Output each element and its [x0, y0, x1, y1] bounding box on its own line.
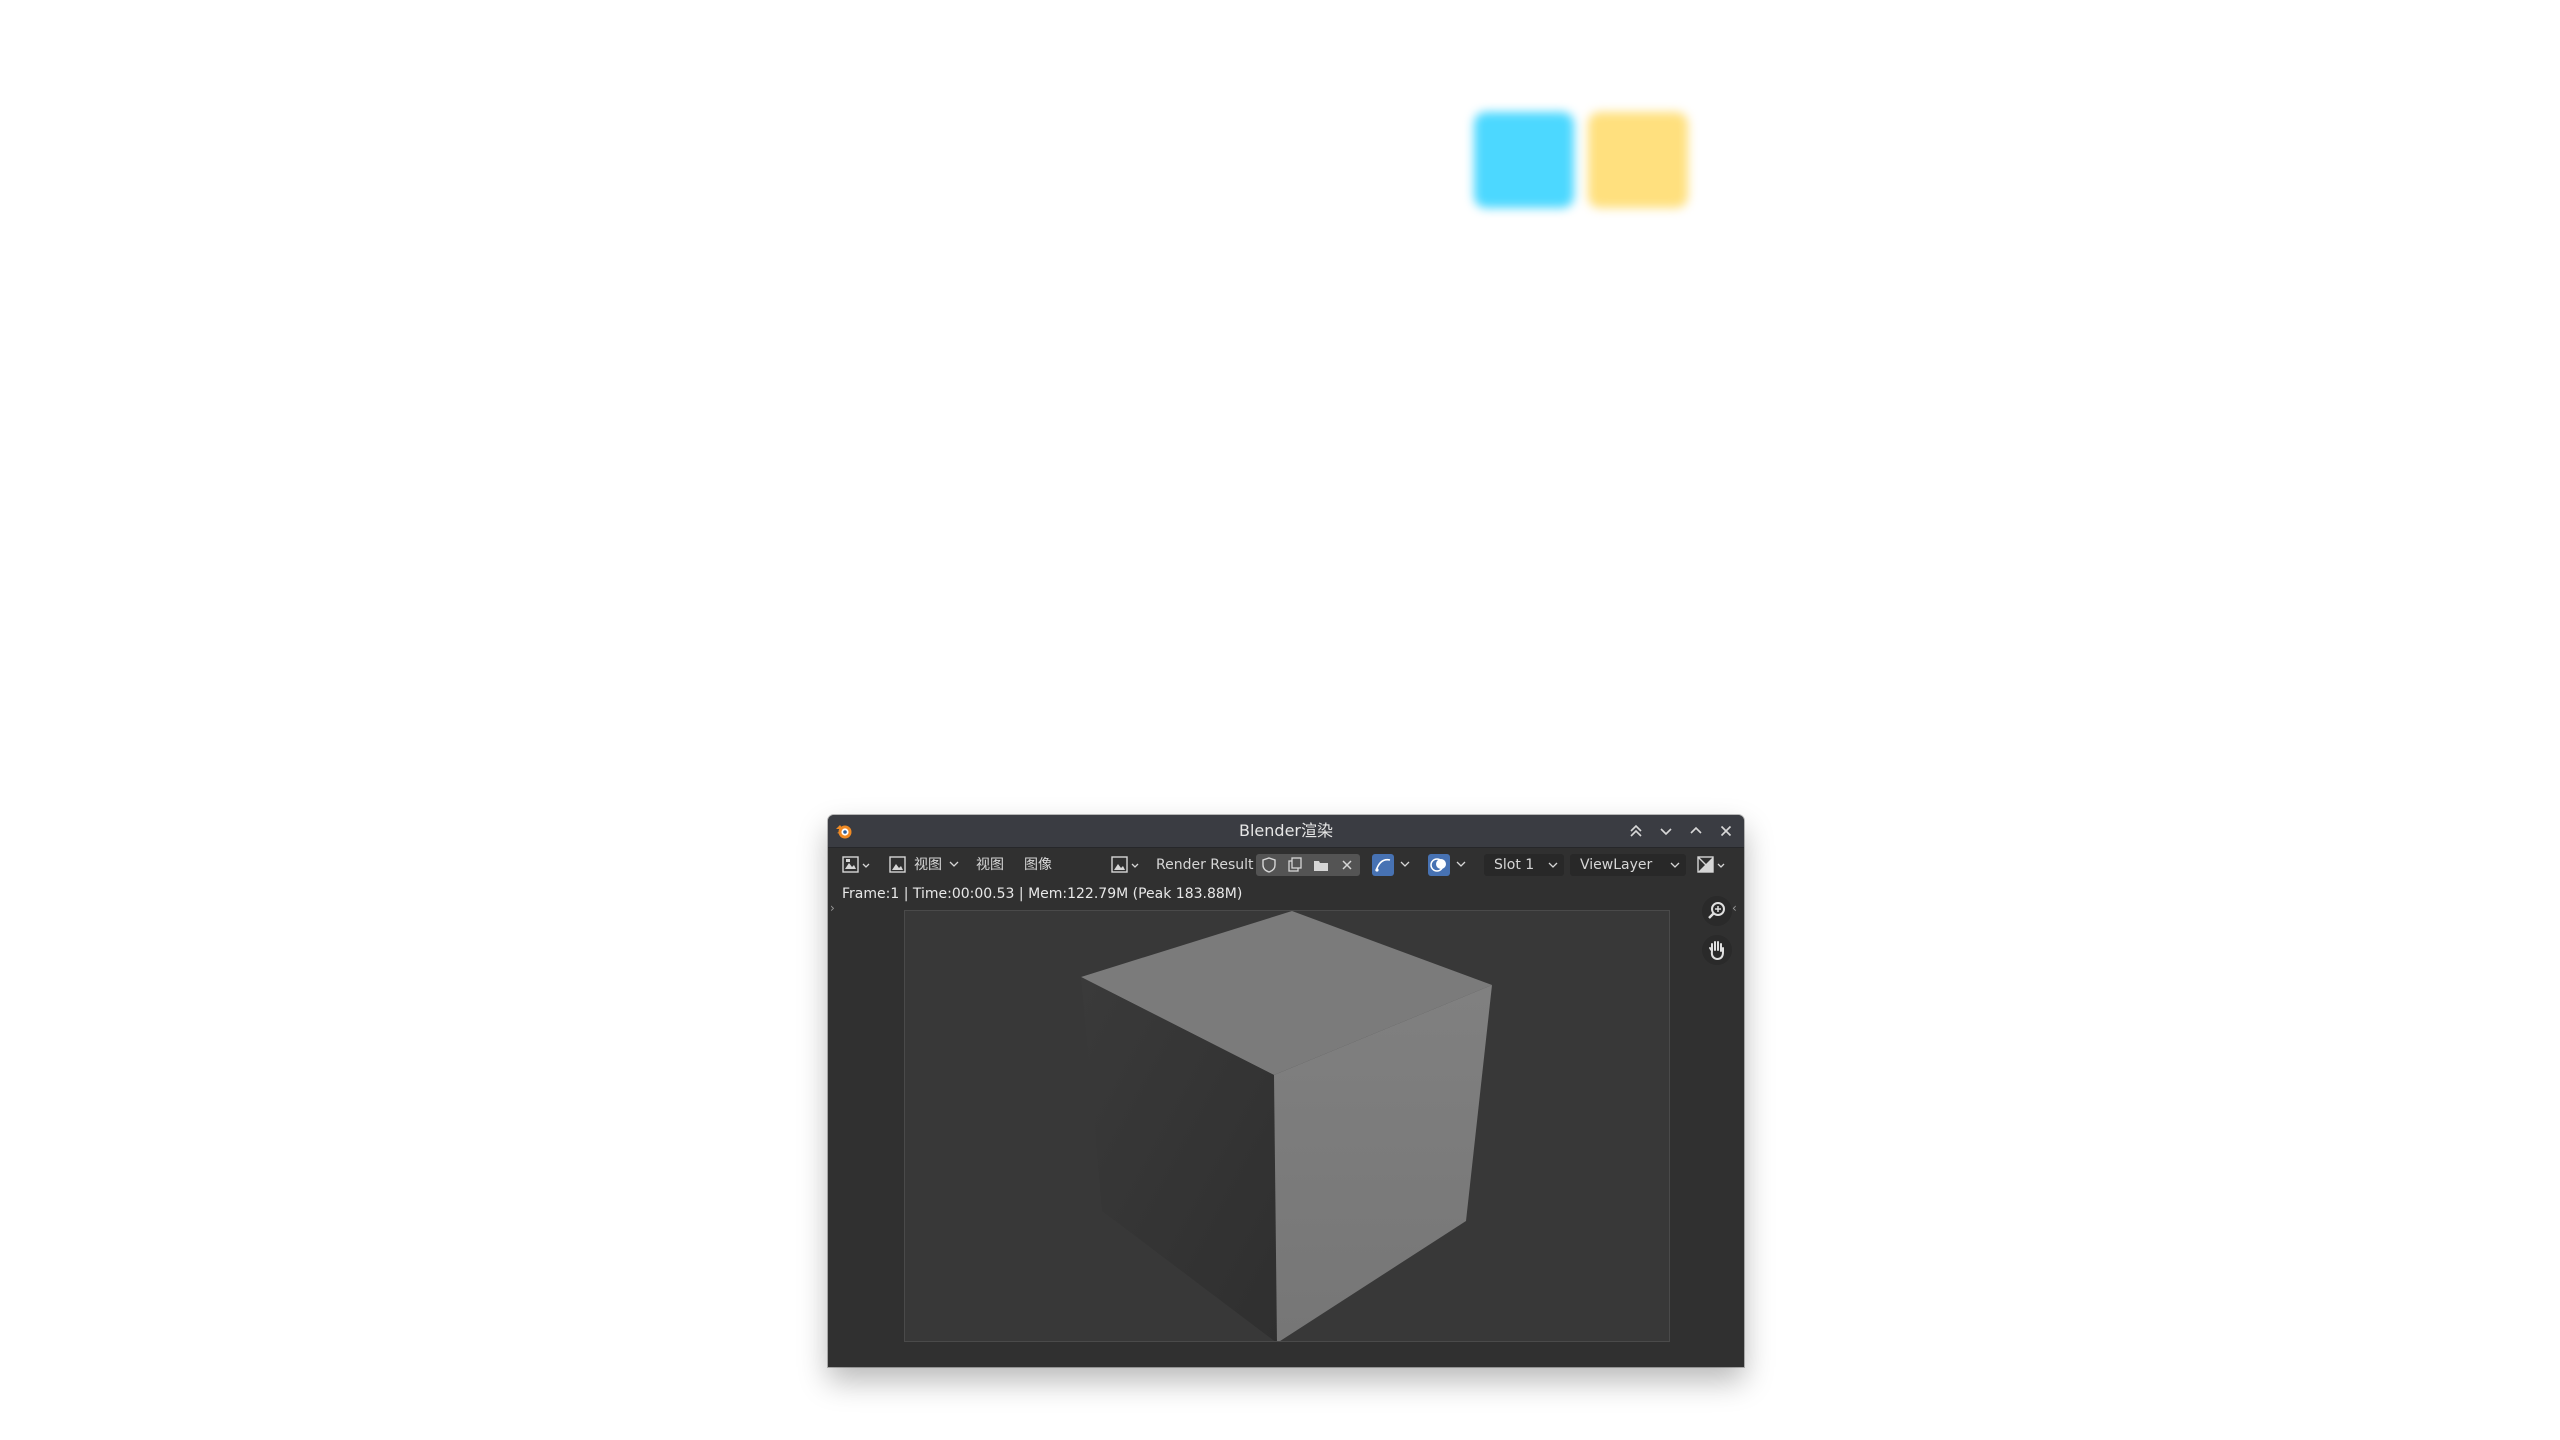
chevron-down-icon — [1548, 862, 1558, 868]
editor-type-dropdown[interactable] — [842, 855, 874, 875]
display-channels-dropdown[interactable] — [1696, 855, 1730, 875]
slot-label: Slot 1 — [1494, 857, 1535, 873]
duplicate-icon[interactable] — [1286, 856, 1304, 874]
chevron-down-icon[interactable] — [1456, 861, 1466, 869]
view-menu[interactable]: 视图 — [914, 855, 942, 875]
rendered-cube — [1081, 911, 1492, 1341]
image-actions-group — [1256, 854, 1360, 876]
render-stats-text: Frame:1 | Time:00:00.53 | Mem:122.79M (P… — [842, 886, 1243, 902]
curve-icon — [1375, 858, 1391, 872]
window-title: Blender渲染 — [1239, 821, 1333, 840]
toolbar-expand-icon[interactable]: › — [830, 901, 835, 915]
render-result-image[interactable] — [904, 910, 1670, 1342]
sidebar-expand-icon[interactable]: ‹ — [1732, 901, 1737, 915]
slot-dropdown[interactable]: Slot 1 — [1484, 854, 1564, 876]
image-menu[interactable]: 图像 — [1024, 855, 1052, 875]
chevron-down-icon — [1670, 862, 1680, 868]
hand-pan-icon — [1709, 941, 1724, 961]
overlay-toggle[interactable] — [1428, 854, 1450, 876]
view-menu-2[interactable]: 视图 — [976, 855, 1004, 875]
chevron-up-icon[interactable] — [1686, 821, 1706, 841]
pan-button[interactable] — [1702, 935, 1732, 965]
desktop-app-icon-yellow[interactable] — [1588, 112, 1688, 208]
scopes-toggle[interactable] — [1372, 854, 1394, 876]
image-editor-header: 视图 视图 图像 Render Result Slot 1 ViewLayer — [828, 848, 1744, 882]
chevron-down-icon[interactable] — [1400, 861, 1410, 869]
desktop-app-icon-cyan[interactable] — [1474, 112, 1574, 208]
zoom-icon — [1708, 902, 1725, 919]
chevron-down-icon[interactable] — [1656, 821, 1676, 841]
image-name-field[interactable]: Render Result — [1156, 855, 1254, 875]
view-layer-dropdown[interactable]: ViewLayer — [1570, 854, 1686, 876]
minimize-all-icon[interactable] — [1626, 821, 1646, 841]
close-icon[interactable] — [1716, 821, 1736, 841]
view-layer-label: ViewLayer — [1580, 857, 1653, 873]
render-info-bar: Frame:1 | Time:00:00.53 | Mem:122.79M (P… — [828, 882, 1744, 906]
overlay-icon — [1430, 858, 1446, 872]
zoom-button[interactable] — [1702, 896, 1732, 926]
folder-icon[interactable] — [1312, 856, 1330, 874]
browse-image-dropdown[interactable] — [1110, 855, 1144, 875]
chevron-down-icon[interactable] — [949, 861, 959, 869]
title-bar[interactable]: Blender渲染 — [828, 815, 1744, 848]
shield-icon[interactable] — [1260, 856, 1278, 874]
image-view-icon[interactable] — [888, 855, 908, 875]
blender-render-window: Blender渲染 视图 视图 图像 Render Result Slot 1 … — [828, 815, 1744, 1367]
close-icon[interactable] — [1338, 856, 1356, 874]
